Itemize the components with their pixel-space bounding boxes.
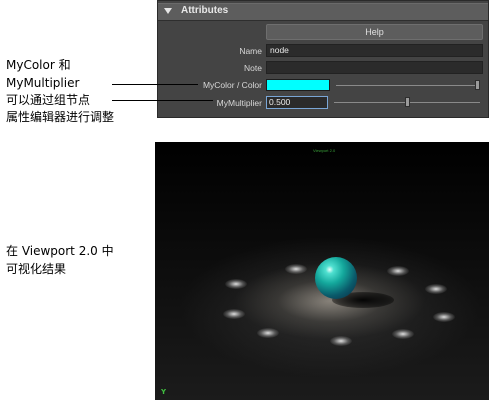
- leader-line-mycolor: [112, 84, 198, 85]
- attributes-section-header[interactable]: Attributes: [158, 3, 488, 21]
- mycolor-label: MyColor / Color: [202, 80, 262, 90]
- light-glow: [223, 309, 245, 319]
- mycolor-swatch[interactable]: [266, 79, 330, 91]
- light-glow: [433, 312, 455, 322]
- attributes-section-title: Attributes: [181, 5, 229, 16]
- light-glow: [387, 266, 409, 276]
- collapse-triangle-icon[interactable]: [164, 8, 172, 14]
- leader-line-mymultiplier: [112, 100, 213, 101]
- name-label: Name: [239, 46, 262, 56]
- light-glow: [330, 336, 352, 346]
- mycolor-slider-handle[interactable]: [475, 80, 480, 90]
- mycolor-slider-track[interactable]: [336, 85, 480, 86]
- note-field[interactable]: [266, 61, 483, 74]
- attr-note-line3: 可以通过组节点: [6, 93, 91, 107]
- sphere-object[interactable]: [315, 257, 357, 299]
- light-glow: [225, 279, 247, 289]
- viewport-2-0[interactable]: Viewport 2.0 Y: [155, 142, 489, 400]
- viewport-note-line2: 可视化结果: [6, 262, 67, 276]
- mymultiplier-label: MyMultiplier: [216, 98, 262, 108]
- light-glow: [392, 329, 414, 339]
- mymultiplier-field[interactable]: 0.500: [266, 96, 328, 109]
- light-glow: [425, 284, 447, 294]
- light-glow: [257, 328, 279, 338]
- attr-note-line4: 属性编辑器进行调整: [6, 110, 115, 124]
- axis-indicator-icon: Y: [161, 388, 167, 396]
- light-glow: [285, 264, 307, 274]
- mymultiplier-slider-handle[interactable]: [404, 97, 410, 107]
- attr-note-line2: MyMultiplier: [6, 76, 80, 90]
- viewport-overlay-label: Viewport 2.0: [313, 148, 336, 153]
- name-field[interactable]: node: [266, 44, 483, 57]
- help-button[interactable]: Help: [266, 24, 483, 40]
- viewport-note-line1: 在 Viewport 2.0 中: [6, 244, 114, 258]
- attr-note-line1: MyColor 和: [6, 58, 71, 72]
- note-label: Note: [244, 63, 262, 73]
